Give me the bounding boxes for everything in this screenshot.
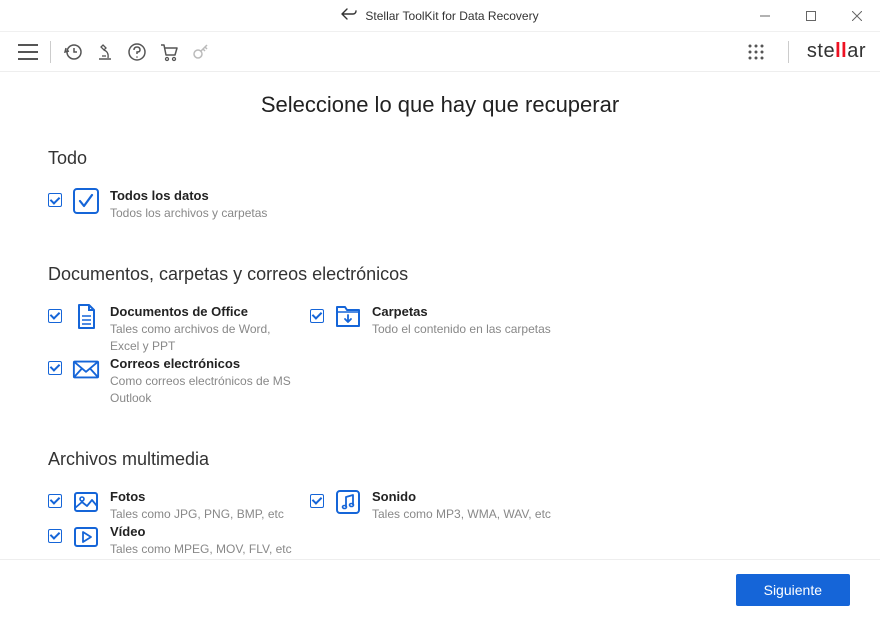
- toolbar-left: [14, 38, 215, 66]
- option-folders[interactable]: Carpetas Todo el contenido en las carpet…: [310, 303, 572, 355]
- section-header-media: Archivos multimedia: [48, 449, 832, 470]
- main-content: Seleccione lo que hay que recuperar Todo…: [0, 72, 880, 559]
- logo-pre: ste: [807, 40, 835, 62]
- option-title: Documentos de Office: [110, 303, 300, 321]
- option-desc: Tales como archivos de Word, Excel y PPT: [110, 321, 300, 355]
- option-text: Todos los datos Todos los archivos y car…: [110, 187, 822, 222]
- checkbox-photos[interactable]: [48, 494, 62, 508]
- key-icon[interactable]: [187, 38, 215, 66]
- cart-icon[interactable]: [155, 38, 183, 66]
- option-title: Sonido: [372, 488, 562, 506]
- titlebar: Stellar ToolKit for Data Recovery: [0, 0, 880, 32]
- help-icon[interactable]: [123, 38, 151, 66]
- option-text: Fotos Tales como JPG, PNG, BMP, etc: [110, 488, 300, 523]
- option-office[interactable]: Documentos de Office Tales como archivos…: [48, 303, 310, 355]
- section-header-everything: Todo: [48, 148, 832, 169]
- menu-icon[interactable]: [14, 38, 42, 66]
- history-icon[interactable]: [59, 38, 87, 66]
- option-desc: Tales como MPEG, MOV, FLV, etc: [110, 541, 300, 558]
- logo-mid: ll: [835, 40, 847, 62]
- section-header-documents: Documentos, carpetas y correos electróni…: [48, 264, 832, 285]
- checkbox-all-data[interactable]: [48, 193, 62, 207]
- toolbar-divider: [788, 41, 789, 63]
- toolbar: stellar: [0, 32, 880, 72]
- option-desc: Tales como MP3, WMA, WAV, etc: [372, 506, 562, 523]
- option-text: Documentos de Office Tales como archivos…: [110, 303, 300, 355]
- microscope-icon[interactable]: [91, 38, 119, 66]
- option-desc: Como correos electrónicos de MS Outlook: [110, 373, 300, 407]
- back-icon[interactable]: [341, 7, 357, 24]
- checkbox-audio[interactable]: [310, 494, 324, 508]
- option-text: Carpetas Todo el contenido en las carpet…: [372, 303, 562, 338]
- option-desc: Todos los archivos y carpetas: [110, 205, 822, 222]
- option-all-data[interactable]: Todos los datos Todos los archivos y car…: [48, 187, 832, 222]
- checkbox-office[interactable]: [48, 309, 62, 323]
- window-title: Stellar ToolKit for Data Recovery: [365, 9, 538, 23]
- footer: Siguiente: [0, 559, 880, 620]
- apps-grid-icon[interactable]: [742, 38, 770, 66]
- toolbar-right: stellar: [742, 38, 866, 66]
- checkmark-box-icon: [72, 187, 100, 215]
- checkbox-folders[interactable]: [310, 309, 324, 323]
- window-title-group: Stellar ToolKit for Data Recovery: [341, 7, 538, 24]
- option-desc: Tales como JPG, PNG, BMP, etc: [110, 506, 300, 523]
- option-title: Fotos: [110, 488, 300, 506]
- option-audio[interactable]: Sonido Tales como MP3, WMA, WAV, etc: [310, 488, 572, 523]
- brand-logo: stellar: [807, 40, 866, 63]
- section-everything: Todo Todos los datos Todos los archivos …: [48, 148, 832, 222]
- option-text: Sonido Tales como MP3, WMA, WAV, etc: [372, 488, 562, 523]
- minimize-button[interactable]: [742, 0, 788, 32]
- play-icon: [72, 523, 100, 551]
- close-button[interactable]: [834, 0, 880, 32]
- maximize-button[interactable]: [788, 0, 834, 32]
- checkbox-video[interactable]: [48, 529, 62, 543]
- option-title: Correos electrónicos: [110, 355, 300, 373]
- document-icon: [72, 303, 100, 331]
- photo-icon: [72, 488, 100, 516]
- section-media: Archivos multimedia Fotos Tales como JPG…: [48, 449, 832, 558]
- option-photos[interactable]: Fotos Tales como JPG, PNG, BMP, etc: [48, 488, 310, 523]
- option-text: Correos electrónicos Como correos electr…: [110, 355, 300, 407]
- option-title: Vídeo: [110, 523, 300, 541]
- section-documents: Documentos, carpetas y correos electróni…: [48, 264, 832, 407]
- option-title: Carpetas: [372, 303, 562, 321]
- envelope-icon: [72, 355, 100, 383]
- logo-post: ar: [847, 40, 866, 62]
- next-button[interactable]: Siguiente: [736, 574, 850, 606]
- option-emails[interactable]: Correos electrónicos Como correos electr…: [48, 355, 310, 407]
- option-desc: Todo el contenido en las carpetas: [372, 321, 562, 338]
- toolbar-divider: [50, 41, 51, 63]
- option-title: Todos los datos: [110, 187, 822, 205]
- music-note-icon: [334, 488, 362, 516]
- option-text: Vídeo Tales como MPEG, MOV, FLV, etc: [110, 523, 300, 558]
- folder-download-icon: [334, 303, 362, 331]
- page-title: Seleccione lo que hay que recuperar: [48, 92, 832, 118]
- option-video[interactable]: Vídeo Tales como MPEG, MOV, FLV, etc: [48, 523, 310, 558]
- checkbox-emails[interactable]: [48, 361, 62, 375]
- window-controls: [742, 0, 880, 32]
